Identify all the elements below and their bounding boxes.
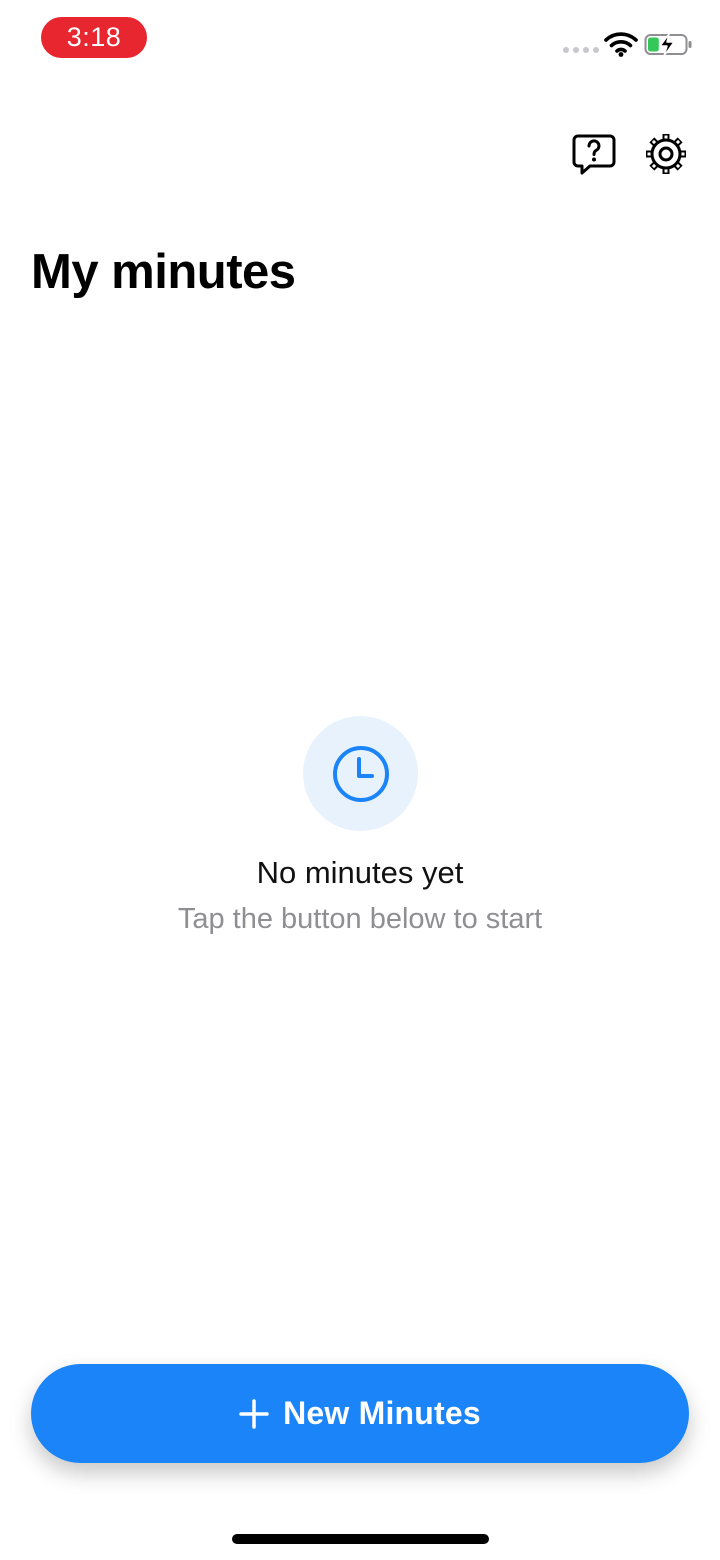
signal-dots-icon [563,47,599,53]
settings-button[interactable] [640,128,692,180]
plus-icon [239,1398,269,1429]
empty-state-title: No minutes yet [256,855,464,890]
empty-state-subtitle: Tap the button below to start [177,903,543,935]
help-button[interactable] [568,128,620,180]
page-title: My minutes [31,245,296,299]
new-minutes-button-label: New Minutes [283,1395,481,1431]
help-bubble-icon [572,134,616,175]
status-bar: 3:18 [0,0,720,80]
clock-icon [333,746,389,802]
wifi-icon [604,32,638,57]
gear-icon [646,134,686,174]
new-minutes-button[interactable]: New Minutes [31,1364,689,1463]
home-indicator[interactable] [232,1534,489,1544]
status-time: 3:18 [41,17,147,58]
battery-charging-icon [644,33,692,57]
clock-badge [303,716,418,831]
